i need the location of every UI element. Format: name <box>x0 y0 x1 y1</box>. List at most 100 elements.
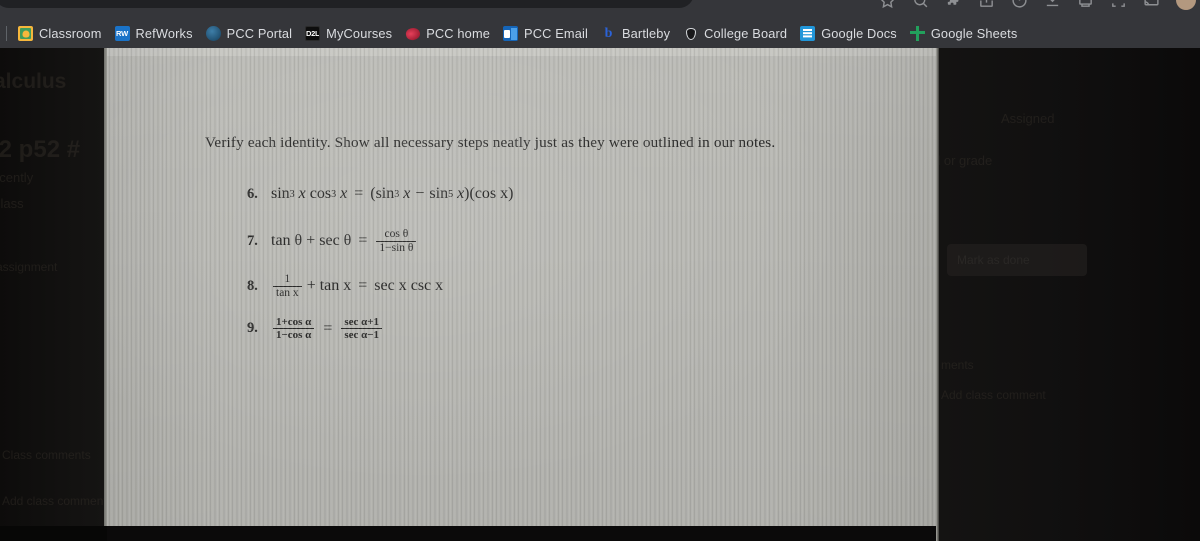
bartleby-icon: b <box>604 26 613 41</box>
ghost-posted-line: ecently <box>0 170 34 185</box>
bookmark-pcc-email[interactable]: PCC Email <box>498 22 596 46</box>
bookmark-label: Google Docs <box>821 26 897 41</box>
bookmark-star-icon[interactable] <box>879 0 896 9</box>
google-sheets-icon <box>909 26 925 41</box>
bookmark-divider <box>6 26 7 41</box>
problem-expression: tan θ + sec θ = cos θ 1−sin θ <box>271 228 418 255</box>
p7-fraction: cos θ 1−sin θ <box>376 228 417 255</box>
p8-rhs: sec x csc x <box>374 277 444 295</box>
address-bar[interactable]: //classroom.google.com/u/0/c/NTM5OTg4MzM… <box>0 0 694 8</box>
cast-icon[interactable] <box>1143 0 1160 9</box>
pcc-email-icon <box>503 26 519 41</box>
problem-number: 9. <box>247 320 258 337</box>
problem-number: 7. <box>247 232 258 249</box>
worksheet-document[interactable]: Verify each identity. Show all necessary… <box>107 48 936 541</box>
browser-chrome: //classroom.google.com/u/0/c/NTM5OTg4MzM… <box>0 0 1200 48</box>
ghost-assigned-status: Assigned <box>1001 111 1055 126</box>
bookmark-google-sheets[interactable]: Google Sheets <box>905 22 1026 46</box>
p6-rhs-exp2: 5 <box>448 188 454 200</box>
print-icon[interactable] <box>1077 0 1094 9</box>
p8-equals: = <box>358 277 368 295</box>
page-body: alculus .2 p52 # ecently class assignmen… <box>0 48 1200 541</box>
bookmark-refworks[interactable]: RW RefWorks <box>110 22 201 46</box>
p8-numerator: 1 <box>284 273 291 285</box>
problem-9: 9. 1+cos α 1−cos α = sec α+1 sec α−1 <box>247 316 384 342</box>
zoom-icon[interactable] <box>1110 0 1127 9</box>
bookmark-label: PCC home <box>426 26 491 41</box>
document-content: Verify each identity. Show all necessary… <box>107 48 936 541</box>
problem-expression: 1+cos α 1−cos α = sec α+1 sec α−1 <box>271 316 384 342</box>
p9-left-denominator: 1−cos α <box>273 328 315 341</box>
p6-equals: = <box>354 185 364 202</box>
p6-rhs-group2: (cos x) <box>469 185 514 202</box>
college-board-acorn-icon <box>683 26 698 41</box>
bookmark-mycourses[interactable]: D2L MyCourses <box>300 22 400 46</box>
p8-denominator: tan x <box>273 285 302 300</box>
browser-toolbar-icons <box>879 0 1196 14</box>
p6-lhs-fn2: cos <box>309 185 332 202</box>
p7-denominator: 1−sin θ <box>376 240 417 255</box>
ghost-class-line: class <box>0 196 24 211</box>
p6-lhs-exp1: 3 <box>289 188 295 200</box>
profile-circle-icon[interactable] <box>1011 0 1028 9</box>
p6-rhs-exp1: 3 <box>394 188 400 200</box>
bookmark-label: PCC Portal <box>226 26 293 41</box>
extension-puzzle-icon[interactable] <box>945 0 962 9</box>
ghost-add-private-comment: Add class comment <box>941 388 1046 402</box>
bookmark-college-board[interactable]: College Board <box>678 22 795 46</box>
d2l-icon: D2L <box>305 26 321 41</box>
p6-lhs-var2: x <box>340 185 348 202</box>
p8-lhs-tail: + tan x <box>306 277 352 295</box>
classroom-left-panel[interactable]: alculus .2 p52 # ecently class assignmen… <box>0 48 104 541</box>
google-docs-icon <box>800 26 816 41</box>
problem-7: 7. tan θ + sec θ = cos θ 1−sin θ <box>247 228 418 255</box>
ghost-class-title: alculus <box>0 70 67 93</box>
bookmark-label: PCC Email <box>524 26 588 41</box>
p6-lhs-fn1: sin <box>271 185 290 202</box>
url-path: /u/0/c/NTM5OTg4MzMxNzg4/a/NTQyNzMzMTc3MT… <box>174 0 579 1</box>
bookmark-classroom[interactable]: Classroom <box>13 22 110 46</box>
classroom-icon <box>18 26 33 41</box>
bookmark-label: RefWorks <box>135 26 193 41</box>
p6-lhs-var1: x <box>298 185 306 202</box>
bookmarks-bar: Classroom RW RefWorks PCC Portal D2L MyC… <box>0 19 1200 48</box>
ghost-private-comments: ments <box>941 358 974 372</box>
p6-rhs-var2: x <box>457 185 465 202</box>
problem-expression: sin 3 x cos 3 x = (sin 3 x − sin 5 x) (cos x) <box>271 185 513 203</box>
problem-6: 6. sin 3 x cos 3 x = (sin 3 x − sin 5 x) (cos x) <box>247 185 513 203</box>
ghost-button-label: Mark as done <box>957 253 1030 267</box>
ghost-add-comment: Add class comment <box>2 494 104 508</box>
p6-rhs-var1: x <box>403 185 411 202</box>
p9-right-fraction: sec α+1 sec α−1 <box>341 316 383 342</box>
account-avatar[interactable] <box>1176 0 1196 10</box>
ghost-assignment-title: .2 p52 # <box>0 136 81 163</box>
bookmark-bartleby[interactable]: b Bartleby <box>596 22 678 46</box>
bookmark-pcc-portal[interactable]: PCC Portal <box>201 22 301 46</box>
bookmark-label: Classroom <box>39 26 102 41</box>
p9-equals: = <box>323 319 333 337</box>
p9-right-numerator: sec α+1 <box>344 316 380 328</box>
bookmark-google-docs[interactable]: Google Docs <box>795 22 905 46</box>
search-icon[interactable] <box>912 0 929 9</box>
screen-bottom-bezel <box>107 526 936 541</box>
p7-numerator: cos θ <box>384 228 409 240</box>
p6-rhs-fn1: sin <box>375 185 395 202</box>
p6-minus: − <box>415 185 425 202</box>
left-bottom-bezel <box>0 526 107 541</box>
bookmark-label: Google Sheets <box>930 26 1018 41</box>
problem-expression: 1 tan x + tan x = sec x csc x <box>271 273 443 300</box>
download-icon[interactable] <box>1044 0 1061 9</box>
pcc-home-icon <box>405 26 421 41</box>
bookmark-label: Bartleby <box>621 26 671 41</box>
problem-number: 8. <box>247 277 258 294</box>
address-bar-url: //classroom.google.com/u/0/c/NTM5OTg4MzM… <box>6 0 579 1</box>
classroom-right-panel[interactable]: Assigned d or grade Mark as done ments A… <box>939 48 1200 541</box>
refworks-icon: RW <box>114 26 130 41</box>
worksheet-instructions: Verify each identity. Show all necessary… <box>205 134 776 151</box>
bookmark-pcc-home[interactable]: PCC home <box>400 22 498 46</box>
p9-left-fraction: 1+cos α 1−cos α <box>273 316 315 342</box>
p7-lhs: tan θ + sec θ <box>271 232 352 250</box>
share-icon[interactable] <box>978 0 995 9</box>
p9-right-denominator: sec α−1 <box>341 328 383 341</box>
p6-lhs-exp2: 3 <box>331 188 337 200</box>
